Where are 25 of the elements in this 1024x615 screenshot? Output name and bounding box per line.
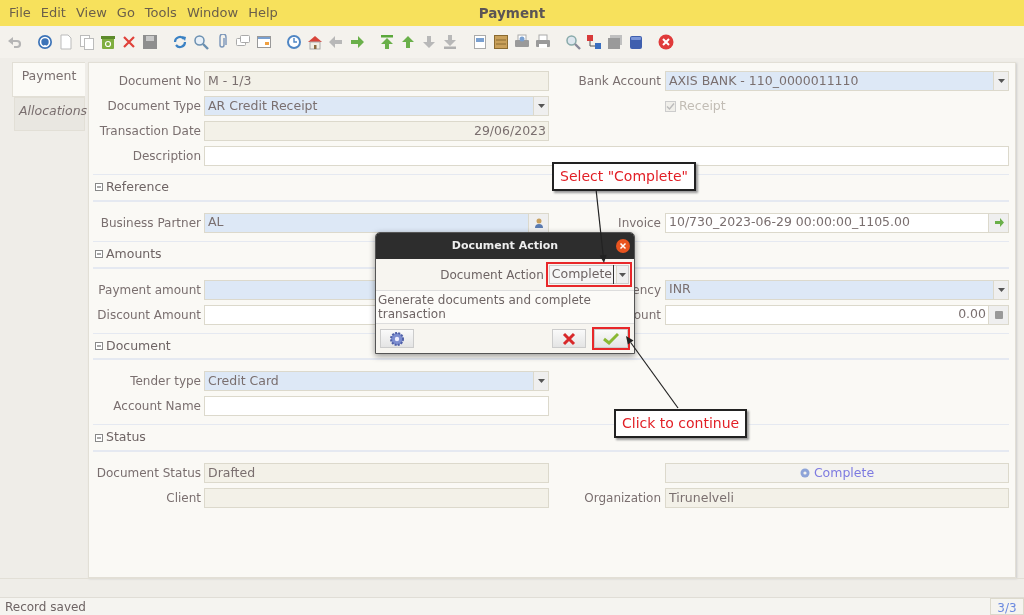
- field-label: Document Status: [96, 466, 201, 480]
- field-label: Tender type: [130, 374, 201, 389]
- window-title: Payment: [478, 3, 546, 23]
- field-label: Payment amount: [98, 282, 201, 297]
- field-label: Discount Amount: [97, 307, 201, 322]
- field-label: Account Name: [113, 399, 201, 414]
- date-field: 29/06/2023: [204, 121, 549, 141]
- field-label: Document Action: [440, 266, 544, 284]
- callout-label: Select "Complete": [552, 162, 696, 191]
- status-message: Record saved: [4, 599, 87, 615]
- field-label: Document No: [118, 74, 201, 88]
- description-text: Generate documents and complete transaction: [376, 290, 634, 324]
- field-label: Business Partner: [100, 215, 201, 230]
- field-label: Description: [132, 149, 201, 163]
- field-label: Transaction Date: [99, 124, 201, 138]
- callout-label: Click to continue: [614, 409, 748, 438]
- field-label: Organization: [584, 491, 661, 505]
- field-label: ount: [633, 307, 661, 322]
- record-counter: 3/3: [990, 598, 1024, 615]
- dialog-title: Document Action: [450, 237, 560, 254]
- field-label: Client: [166, 491, 201, 505]
- field-label: Invoice: [618, 215, 661, 230]
- field-label: Bank Account: [578, 74, 661, 88]
- field-label: Document Type: [107, 99, 201, 113]
- checkbox-label: Receipt: [679, 96, 726, 115]
